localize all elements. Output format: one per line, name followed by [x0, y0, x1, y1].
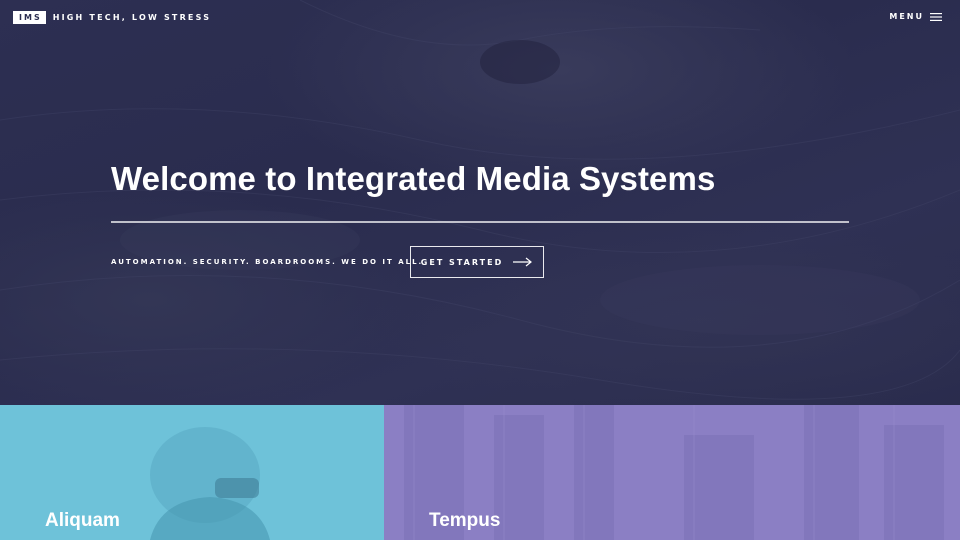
logo-mark: IMS: [13, 11, 46, 24]
tile-title: Aliquam: [45, 510, 120, 531]
site-logo[interactable]: IMS HIGH TECH, LOW STRESS: [13, 11, 211, 24]
get-started-label: GET STARTED: [420, 257, 504, 267]
hero-banner: IMS HIGH TECH, LOW STRESS MENU Welcome t…: [0, 0, 960, 405]
get-started-button[interactable]: GET STARTED: [410, 246, 544, 278]
site-header: IMS HIGH TECH, LOW STRESS MENU: [0, 0, 960, 36]
tile-title: Tempus: [429, 510, 501, 531]
arrow-right-icon: [513, 257, 533, 267]
hamburger-icon: [930, 12, 942, 21]
menu-button[interactable]: MENU: [889, 12, 942, 21]
hero-subtitle: AUTOMATION. SECURITY. BOARDROOMS. WE DO …: [111, 258, 424, 266]
title-divider: [111, 221, 849, 223]
feature-tile-tempus[interactable]: Tempus: [384, 405, 960, 540]
feature-tile-aliquam[interactable]: Aliquam: [0, 405, 384, 540]
menu-label: MENU: [889, 12, 924, 21]
logo-tagline: HIGH TECH, LOW STRESS: [52, 13, 212, 22]
page-title: Welcome to Integrated Media Systems: [111, 160, 716, 197]
banner-background-image: [0, 0, 960, 400]
